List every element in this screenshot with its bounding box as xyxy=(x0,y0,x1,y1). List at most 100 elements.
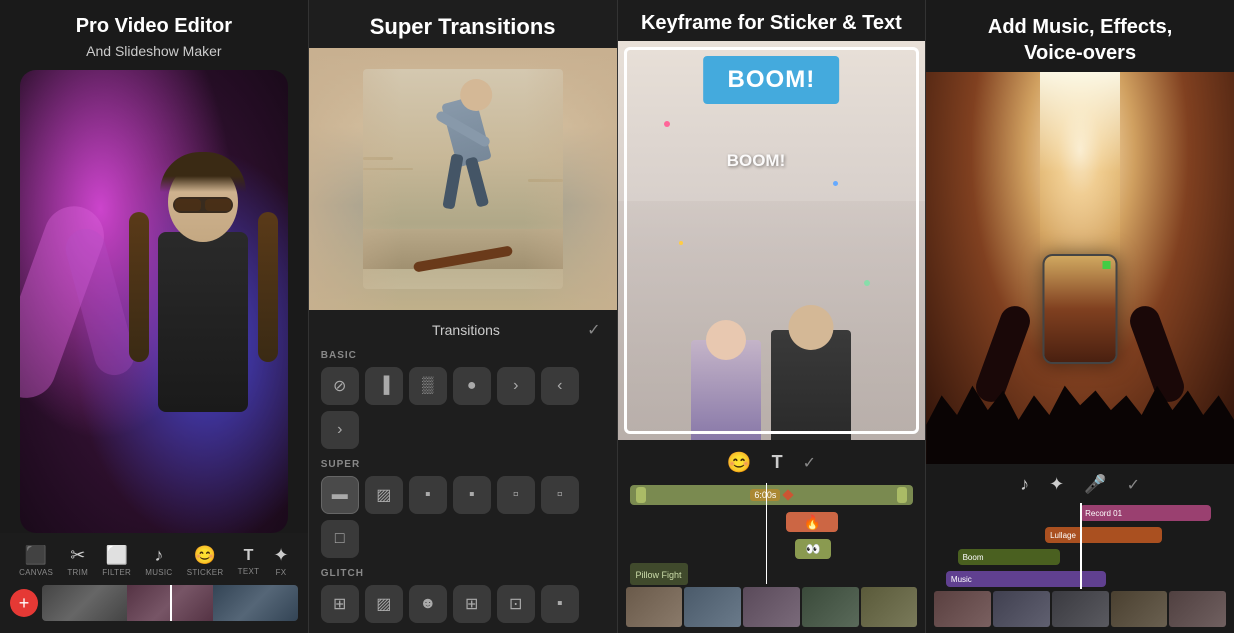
trim-icon: ✂ xyxy=(70,545,85,566)
trans-wipe[interactable]: ▐ xyxy=(365,367,403,405)
effects-star-icon[interactable]: ✦ xyxy=(1049,474,1064,495)
person-1 xyxy=(691,340,761,440)
glitch-trans-4[interactable]: ⊞ xyxy=(453,585,491,623)
super-trans-1[interactable]: ▬ xyxy=(321,476,359,514)
panel-1-phone-frame xyxy=(20,70,288,533)
tool-sticker[interactable]: 😊 STICKER xyxy=(187,545,224,577)
super-trans-4[interactable]: ▪ xyxy=(453,476,491,514)
girl-hair xyxy=(160,152,246,192)
girl-background xyxy=(20,70,288,533)
trans-dissolve[interactable]: ▒ xyxy=(409,367,447,405)
super-trans-2[interactable]: ▨ xyxy=(365,476,403,514)
super-trans-3[interactable]: ▪ xyxy=(409,476,447,514)
kf-timeline: 😊 T ✓ 6:00s 🔥 xyxy=(618,440,926,633)
panel-1-title-area: Pro Video Editor And Slideshow Maker xyxy=(0,0,308,70)
kf-check-icon[interactable]: ✓ xyxy=(803,453,816,473)
transitions-label: Transitions xyxy=(345,322,587,338)
emoji-icon[interactable]: 😊 xyxy=(727,450,752,475)
music-note-icon[interactable]: ♪ xyxy=(1020,474,1029,495)
kf-sticker-track: 🔥 xyxy=(626,510,918,534)
confetti-3 xyxy=(679,241,683,245)
kf-vid-thumb-5 xyxy=(861,587,918,627)
kf-tracks-container: 6:00s 🔥 👀 Pil xyxy=(626,483,918,584)
panel-1-title: Pro Video Editor And Slideshow Maker xyxy=(16,14,292,62)
music-icon: ♪ xyxy=(154,545,163,566)
glitch-trans-2[interactable]: ▨ xyxy=(365,585,403,623)
trans-circle[interactable]: ● xyxy=(453,367,491,405)
tool-text[interactable]: T TEXT xyxy=(238,547,260,576)
super-trans-5[interactable]: ▫ xyxy=(497,476,535,514)
concert-scene xyxy=(926,72,1234,464)
mic-icon[interactable]: 🎤 xyxy=(1084,474,1106,495)
glitch-trans-5[interactable]: ⊡ xyxy=(497,585,535,623)
super-trans-7[interactable]: □ xyxy=(321,520,359,558)
timeline-thumbnails[interactable] xyxy=(42,585,298,621)
trans-push-right[interactable]: › xyxy=(497,367,535,405)
kf-handle-right[interactable] xyxy=(897,487,907,503)
music-vid-thumbs xyxy=(934,591,1226,627)
toolbar-bottom: ⬛ CANVAS ✂ TRIM ⬜ FILTER ♪ MUSIC 😊 STICK… xyxy=(0,533,308,633)
timeline-cursor xyxy=(170,585,172,621)
tool-icons-row: ⬛ CANVAS ✂ TRIM ⬜ FILTER ♪ MUSIC 😊 STICK… xyxy=(4,541,304,581)
arm-left xyxy=(972,302,1034,406)
tool-fx[interactable]: ✦ FX xyxy=(273,545,288,577)
transitions-check-icon[interactable]: ✓ xyxy=(587,320,600,340)
boom-scene: BOOM! BOOM! xyxy=(618,41,926,440)
girl-hair-left xyxy=(129,212,149,362)
tool-trim[interactable]: ✂ TRIM xyxy=(67,545,88,577)
kf-timestamp: 6:00s xyxy=(750,489,780,501)
kf-main-track: 6:00s xyxy=(626,483,918,507)
eyes-sticker: 👀 xyxy=(806,542,821,556)
canvas-icon: ⬛ xyxy=(25,545,47,566)
kf-vid-thumb-1 xyxy=(626,587,683,627)
tool-canvas[interactable]: ⬛ CANVAS xyxy=(19,545,53,577)
fire-sticker: 🔥 xyxy=(803,514,820,531)
sticker-icon: 😊 xyxy=(194,545,216,566)
text-icon: T xyxy=(244,547,254,565)
phone-in-hands xyxy=(1043,254,1118,364)
kf-handle-left[interactable] xyxy=(636,487,646,503)
tool-filter[interactable]: ⬜ FILTER xyxy=(102,545,131,577)
glitch-label: GLITCH xyxy=(317,566,609,581)
kf-label-track: Pillow Fight xyxy=(626,564,918,584)
trans-none[interactable]: ⊘ xyxy=(321,367,359,405)
basic-section: BASIC ⊘ ▐ ▒ ● › ‹ › xyxy=(317,348,609,453)
spotlight xyxy=(1040,72,1120,272)
super-trans-6[interactable]: ▫ xyxy=(541,476,579,514)
trans-push-left[interactable]: ‹ xyxy=(541,367,579,405)
confetti-2 xyxy=(833,181,838,186)
keyframe-heading: Keyframe for Sticker & Text xyxy=(634,12,910,35)
concert-background xyxy=(926,72,1234,464)
boom-sticker-secondary: BOOM! xyxy=(727,151,786,171)
text-tool-icon[interactable]: T xyxy=(772,452,783,473)
add-clip-button[interactable]: + xyxy=(10,589,38,617)
fx-icon: ✦ xyxy=(273,545,288,566)
person-2 xyxy=(771,330,851,440)
tool-music[interactable]: ♪ MUSIC xyxy=(145,545,172,577)
sunglasses xyxy=(173,197,233,213)
trans-push-right-2[interactable]: › xyxy=(321,411,359,449)
glitch-section: GLITCH ⊞ ▨ ☻ ⊞ ⊡ ▪ xyxy=(317,566,609,627)
filter-icon: ⬜ xyxy=(105,545,127,566)
girl-head xyxy=(168,162,238,242)
phone-screen-content xyxy=(1045,256,1116,362)
glitch-trans-1[interactable]: ⊞ xyxy=(321,585,359,623)
people-area xyxy=(618,201,926,440)
music-thumb-2 xyxy=(993,591,1050,627)
panel-keyframe: Keyframe for Sticker & Text BOOM! BOOM! xyxy=(617,0,926,633)
keyframe-title-area: Keyframe for Sticker & Text xyxy=(618,0,926,41)
music-thumb-4 xyxy=(1111,591,1168,627)
super-icons-row: ▬ ▨ ▪ ▪ ▫ ▫ □ xyxy=(317,472,609,562)
kf-vid-thumb-4 xyxy=(802,587,859,627)
glitch-trans-6[interactable]: ▪ xyxy=(541,585,579,623)
glitch-trans-3[interactable]: ☻ xyxy=(409,585,447,623)
music-check-icon[interactable]: ✓ xyxy=(1127,475,1140,495)
super-label: SUPER xyxy=(317,457,609,472)
kf-vid-thumb-2 xyxy=(684,587,741,627)
crowd-silhouette xyxy=(926,366,1234,464)
music-tracks-container: Record 01 Lullage Boom Music xyxy=(934,503,1226,589)
kf-diamond xyxy=(783,489,794,500)
kf-icons-row: 😊 T ✓ xyxy=(626,446,918,479)
glitch-icons-row: ⊞ ▨ ☻ ⊞ ⊡ ▪ xyxy=(317,581,609,627)
panel-pro-video-editor: Pro Video Editor And Slideshow Maker xyxy=(0,0,308,633)
